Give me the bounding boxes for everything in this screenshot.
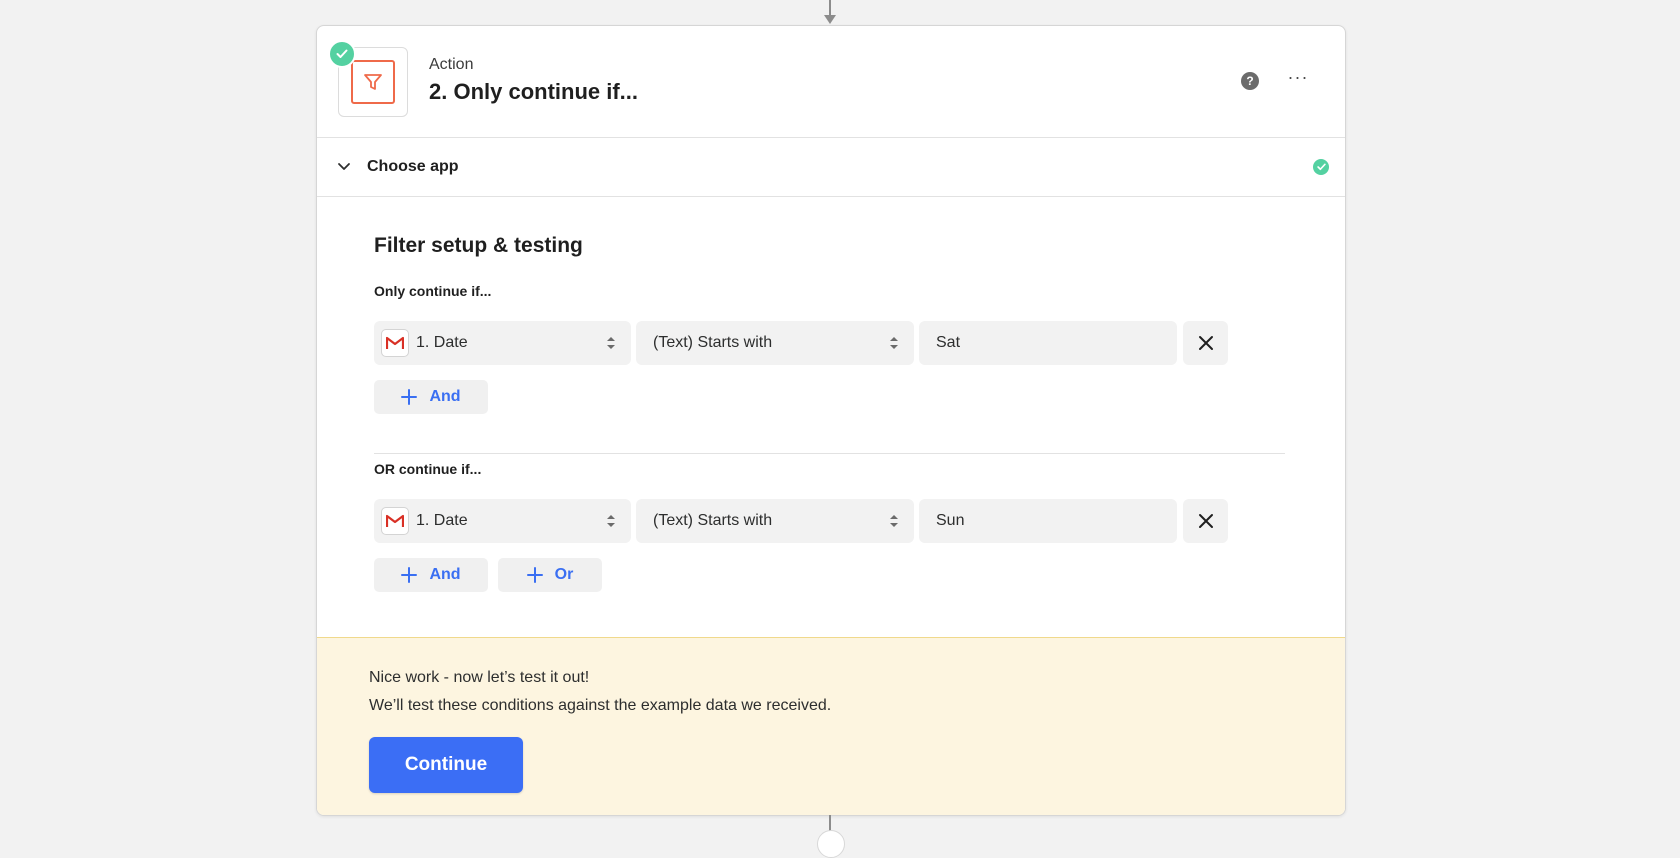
help-icon[interactable]: ? — [1241, 72, 1259, 90]
select-arrows-icon — [890, 337, 898, 349]
group-label-or-continue: OR continue if... — [374, 461, 482, 477]
notice-headline: Nice work - now let’s test it out! — [369, 669, 590, 686]
and-button-label: And — [429, 566, 461, 583]
gmail-icon — [381, 329, 409, 357]
step-card: Action 2. Only continue if... ? ··· Choo… — [316, 25, 1346, 816]
step-type-label: Action — [429, 56, 474, 73]
close-icon — [1198, 336, 1213, 350]
plus-icon — [526, 567, 543, 583]
choose-app-label: Choose app — [367, 158, 459, 175]
filter-setup-section: Filter setup & testing Only continue if.… — [317, 197, 1345, 637]
or-button-label: Or — [554, 566, 574, 583]
plus-icon — [401, 567, 418, 583]
condition-operator-select[interactable]: (Text) Starts with — [636, 499, 914, 543]
select-arrows-icon — [607, 515, 615, 527]
remove-condition-button[interactable] — [1183, 499, 1228, 543]
condition-value-input[interactable] — [919, 499, 1177, 543]
condition-operator-value: (Text) Starts with — [653, 512, 773, 529]
group-divider — [374, 453, 1285, 454]
notice-description: We’ll test these conditions against the … — [369, 697, 832, 714]
add-or-group-button[interactable]: Or — [498, 558, 602, 592]
add-and-condition-button[interactable]: And — [374, 380, 488, 414]
continue-button[interactable]: Continue — [369, 737, 523, 793]
connector-arrow-icon — [824, 15, 836, 24]
test-notice-panel: Nice work - now let’s test it out! We’ll… — [317, 637, 1345, 815]
step-complete-check-icon — [328, 40, 356, 68]
select-arrows-icon — [890, 515, 898, 527]
condition-operator-value: (Text) Starts with — [653, 334, 773, 351]
choose-app-section[interactable]: Choose app — [317, 138, 1345, 197]
condition-field-value: 1. Date — [416, 512, 468, 529]
condition-operator-select[interactable]: (Text) Starts with — [636, 321, 914, 365]
and-button-label: And — [429, 388, 461, 405]
condition-field-select[interactable]: 1. Date — [374, 321, 631, 365]
step-header: Action 2. Only continue if... ? ··· — [317, 26, 1345, 138]
filter-setup-title: Filter setup & testing — [374, 234, 583, 257]
close-icon — [1198, 514, 1213, 528]
add-step-handle[interactable] — [817, 830, 845, 858]
condition-value-input[interactable] — [919, 321, 1177, 365]
step-title: 2. Only continue if... — [429, 79, 639, 104]
condition-field-value: 1. Date — [416, 334, 468, 351]
section-complete-check-icon — [1313, 159, 1329, 175]
plus-icon — [401, 389, 418, 405]
select-arrows-icon — [607, 337, 615, 349]
condition-field-select[interactable]: 1. Date — [374, 499, 631, 543]
gmail-icon — [381, 507, 409, 535]
more-options-icon[interactable]: ··· — [1287, 68, 1309, 90]
group-label-only-continue: Only continue if... — [374, 283, 492, 299]
filter-icon — [351, 60, 395, 104]
chevron-down-icon — [338, 163, 350, 170]
remove-condition-button[interactable] — [1183, 321, 1228, 365]
add-and-condition-button[interactable]: And — [374, 558, 488, 592]
